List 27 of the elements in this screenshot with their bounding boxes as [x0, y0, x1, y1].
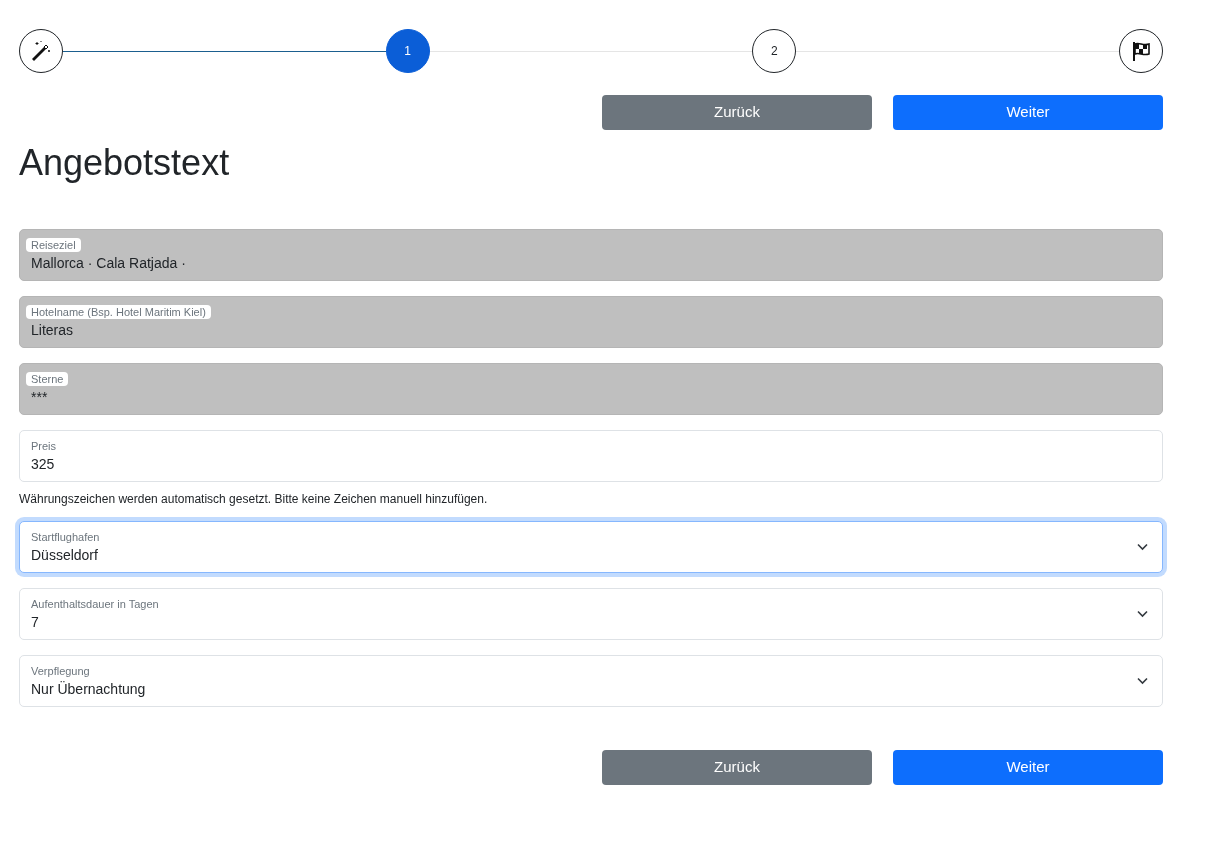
field-label: Verpflegung: [31, 663, 90, 678]
select-field[interactable]: Aufenthaltsdauer in Tagen 7: [19, 588, 1163, 640]
field-label: Startflughafen: [31, 529, 100, 544]
field-label: Preis: [31, 438, 57, 453]
field-value: Düsseldorf: [31, 545, 98, 565]
back-button[interactable]: Zurück: [602, 95, 872, 130]
help-text: Währungszeichen werden automatisch gesetzt. Bitte keine Zeichen manuell hinzufügen.: [19, 491, 489, 508]
chevron-down-icon: [1137, 677, 1148, 685]
page-heading: Angebotstext: [19, 141, 231, 185]
next-button[interactable]: Weiter: [893, 95, 1163, 130]
field-label: Sterne: [26, 371, 69, 386]
field-label: Reiseziel: [26, 237, 81, 252]
select-field[interactable]: Verpflegung Nur Übernachtung: [19, 655, 1163, 707]
next-button[interactable]: Weiter: [893, 750, 1163, 785]
chevron-down-icon: [1137, 543, 1148, 551]
chevron-down-icon: [1137, 610, 1148, 618]
select-field[interactable]: Startflughafen Düsseldorf: [19, 521, 1163, 573]
input-field[interactable]: Preis 325: [19, 430, 1163, 482]
field-value: 325: [31, 454, 55, 474]
back-button[interactable]: Zurück: [602, 750, 872, 785]
field-value: 7: [31, 612, 39, 632]
field-label: Aufenthaltsdauer in Tagen: [31, 596, 159, 611]
field-value: ***: [31, 387, 48, 407]
field-value: Nur Übernachtung: [31, 679, 146, 699]
field-value: Literas: [31, 320, 74, 340]
field-value: Mallorca · Cala Ratjada ·: [31, 253, 186, 273]
field-label: Hotelname (Bsp. Hotel Maritim Kiel): [26, 304, 211, 319]
